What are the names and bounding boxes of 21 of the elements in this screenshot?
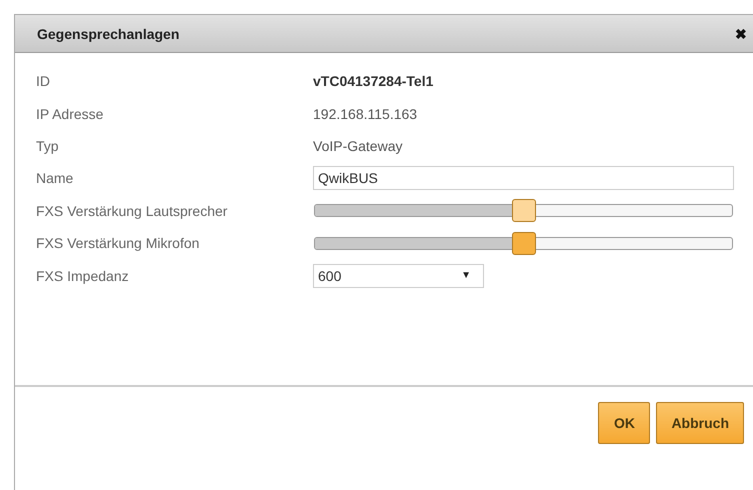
- window-title: Gegensprechanlagen: [37, 26, 180, 42]
- field-value: 192.168.115.163: [313, 106, 418, 122]
- dialog-button[interactable]: OK: [598, 402, 650, 444]
- field-label: FXS Impedanz: [36, 268, 130, 284]
- impedance-dropdown[interactable]: 600 ▼: [313, 264, 484, 288]
- field-label: ID: [36, 73, 51, 90]
- field-label: IP Adresse: [36, 106, 104, 122]
- slider-thumb[interactable]: [512, 199, 536, 222]
- field-label: FXS Verstärkung Lautsprecher: [36, 202, 228, 219]
- field-label: Name: [36, 170, 74, 186]
- name-field[interactable]: QwikBUS: [313, 166, 734, 190]
- field-label: Typ: [36, 138, 60, 154]
- dropdown-arrow-icon: ▼: [461, 270, 471, 282]
- slider[interactable]: [313, 232, 734, 255]
- field-label: FXS Verstärkung Mikrofon: [36, 235, 200, 252]
- field-value: VoIP-Gateway: [313, 138, 404, 154]
- field-value: vTC04137284-Tel1: [313, 73, 434, 90]
- slider-thumb[interactable]: [512, 232, 536, 255]
- dialog-button[interactable]: Abbruch: [656, 402, 744, 444]
- slider[interactable]: [313, 199, 734, 222]
- close-button[interactable]: ✖: [735, 26, 747, 42]
